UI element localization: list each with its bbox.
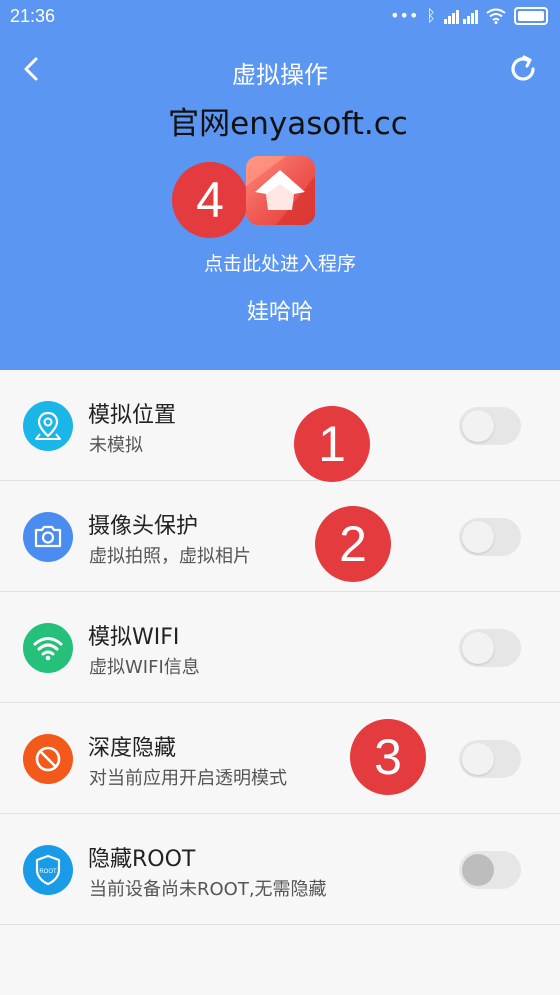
toggle-switch-deep-hide[interactable] [459, 740, 521, 778]
page-title: 虚拟操作 [232, 61, 328, 89]
root-shield-icon: ROOT [23, 845, 73, 895]
annotation-badge-4: 4 [172, 162, 248, 238]
setting-title: 模拟位置 [88, 403, 177, 428]
setting-subtitle: 未模拟 [89, 435, 143, 456]
toggle-knob [462, 743, 494, 775]
app-name: 娃哈哈 [246, 300, 313, 325]
toggle-switch-wifi[interactable] [459, 629, 521, 667]
app-icon[interactable] [246, 156, 315, 225]
app-logo-icon [246, 156, 315, 225]
more-dots-icon: ••• [390, 6, 419, 25]
setting-row-camera[interactable]: 摄像头保护 虚拟拍照，虚拟相片 [0, 481, 560, 592]
setting-title: 深度隐藏 [88, 736, 177, 761]
setting-title: 模拟WIFI [88, 625, 180, 650]
refresh-icon [511, 55, 535, 81]
annotation-badge-1: 1 [294, 406, 370, 482]
bottom-space [0, 925, 560, 995]
website-text: 官网enyasoft.cc [168, 106, 408, 142]
toggle-knob [462, 632, 494, 664]
toggle-knob [462, 521, 494, 553]
wifi-status-icon [486, 8, 506, 24]
status-icons: ••• ᛒ [390, 6, 548, 25]
setting-title: 隐藏ROOT [88, 847, 196, 872]
setting-title: 摄像头保护 [88, 514, 199, 539]
battery-icon [514, 6, 548, 25]
setting-subtitle: 虚拟拍照，虚拟相片 [89, 546, 251, 567]
header: 21:36 ••• ᛒ 虚拟操作 官网enyasoft.cc 4 点击此处进入程… [0, 0, 560, 370]
forbidden-icon [23, 734, 73, 784]
setting-row-wifi[interactable]: 模拟WIFI 虚拟WIFI信息 [0, 592, 560, 703]
wifi-icon [23, 623, 73, 673]
toggle-switch-hide-root[interactable] [459, 851, 521, 889]
setting-subtitle: 对当前应用开启透明模式 [89, 768, 287, 789]
setting-subtitle: 当前设备尚未ROOT,无需隐藏 [89, 879, 327, 900]
annotation-badge-3: 3 [350, 719, 426, 795]
setting-row-deep-hide[interactable]: 深度隐藏 对当前应用开启透明模式 [0, 703, 560, 814]
setting-row-hide-root[interactable]: ROOT 隐藏ROOT 当前设备尚未ROOT,无需隐藏 [0, 814, 560, 925]
annotation-badge-2: 2 [315, 506, 391, 582]
toggle-knob [462, 410, 494, 442]
toggle-knob [462, 854, 494, 886]
signal-icon [444, 9, 478, 24]
settings-list: 模拟位置 未模拟 摄像头保护 虚拟拍照，虚拟相片 模拟WIFI 虚拟WIFI信息 [0, 370, 560, 925]
refresh-button[interactable] [508, 54, 538, 84]
bluetooth-icon: ᛒ [426, 6, 436, 25]
status-time: 21:36 [10, 6, 56, 26]
location-pin-icon [23, 401, 73, 451]
setting-subtitle: 虚拟WIFI信息 [89, 657, 200, 678]
camera-icon [23, 512, 73, 562]
toggle-switch-camera[interactable] [459, 518, 521, 556]
toggle-switch-location[interactable] [459, 407, 521, 445]
svg-text:ROOT: ROOT [39, 869, 57, 875]
status-bar: 21:36 ••• ᛒ [0, 0, 560, 34]
setting-row-location[interactable]: 模拟位置 未模拟 [0, 370, 560, 481]
enter-app-link[interactable]: 点击此处进入程序 [0, 249, 560, 276]
